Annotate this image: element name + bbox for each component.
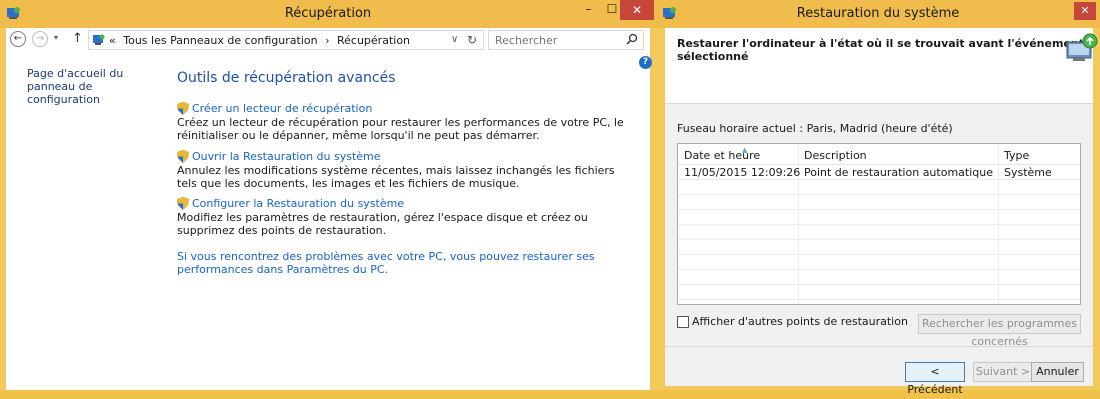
dialog-header: Restaurer l'ordinateur à l'état où il se… [665, 28, 1098, 104]
link-label[interactable]: Créer un lecteur de récupération [192, 102, 372, 115]
list-item: Configurer la Restauration du système Mo… [177, 197, 627, 237]
close-button[interactable]: ✕ [1074, 2, 1096, 20]
table-header: Date et heure ▲ Description Type [678, 144, 1080, 165]
breadcrumb-item-all-control-panel[interactable]: Tous les Panneaux de configuration [123, 34, 317, 47]
search-input[interactable] [495, 33, 623, 47]
empty-row [678, 180, 1080, 195]
cell-type: Système [1004, 166, 1052, 179]
search-box[interactable] [488, 30, 644, 50]
link-label[interactable]: Ouvrir la Restauration du système [192, 150, 381, 163]
table-row[interactable]: 11/05/2015 12:09:26 Point de restauratio… [678, 165, 1080, 180]
dialog-body: Fuseau horaire actuel : Paris, Madrid (h… [665, 104, 1093, 396]
column-header-date[interactable]: Date et heure ▲ [684, 146, 760, 162]
empty-row [678, 270, 1080, 285]
breadcrumb-overflow[interactable]: « [109, 34, 116, 47]
forward-button[interactable]: → [32, 31, 48, 47]
scan-affected-programs-button[interactable]: Rechercher les programmes concernés [918, 314, 1081, 348]
breadcrumb: « Tous les Panneaux de configuration › R… [109, 34, 414, 47]
column-header-description[interactable]: Description [804, 149, 867, 162]
configure-system-restore-link[interactable]: Configurer la Restauration du système [177, 197, 627, 210]
control-panel-icon [93, 34, 105, 45]
empty-row [678, 255, 1080, 270]
open-system-restore-link[interactable]: Ouvrir la Restauration du système [177, 150, 627, 163]
cell-date: 11/05/2015 12:09:26 [684, 166, 801, 179]
divider [665, 346, 1093, 347]
recent-locations-dropdown[interactable]: ▾ [54, 33, 58, 42]
search-icon[interactable] [626, 33, 638, 45]
up-button[interactable]: ↑ [72, 31, 83, 46]
item-description: Créez un lecteur de récupération pour re… [177, 116, 624, 142]
content-pane: ? Page d'accueil du panneau de configura… [6, 52, 652, 390]
next-button[interactable]: Suivant > [973, 362, 1033, 382]
previous-button[interactable]: < Précédent [905, 362, 965, 396]
timezone-label: Fuseau horaire actuel : Paris, Madrid (h… [677, 122, 953, 135]
recovery-window: Récupération – ☐ ✕ ← → ▾ ↑ « Tous les Pa… [0, 0, 656, 390]
help-icon[interactable]: ? [639, 56, 652, 69]
column-header-type[interactable]: Type [1004, 149, 1029, 162]
pc-settings-link[interactable]: Si vous rencontrez des problèmes avec vo… [177, 250, 632, 276]
uac-shield-icon [177, 102, 189, 115]
item-description: Modifiez les paramètres de restauration,… [177, 211, 588, 237]
window-title: Restauration du système [796, 6, 960, 21]
control-panel-home-link[interactable]: Page d'accueil du panneau de configurati… [27, 67, 157, 106]
cell-description: Point de restauration automatique [804, 166, 993, 179]
minimize-button[interactable]: – [576, 2, 601, 22]
uac-shield-icon [177, 197, 189, 210]
navigation-bar: ← → ▾ ↑ « Tous les Panneaux de configura… [6, 28, 650, 52]
list-item: Ouvrir la Restauration du système Annule… [177, 150, 627, 190]
sort-ascending-icon: ▲ [742, 146, 748, 154]
title-bar[interactable]: Restauration du système ✕ [656, 0, 1100, 28]
breadcrumb-separator[interactable]: › [325, 34, 329, 47]
uac-shield-icon [177, 150, 189, 163]
refresh-button[interactable]: ↻ [467, 33, 477, 47]
link-label[interactable]: Configurer la Restauration du système [192, 197, 404, 210]
address-dropdown[interactable]: ∨ [451, 34, 458, 45]
title-bar[interactable]: Récupération – ☐ ✕ [0, 0, 656, 28]
window-title: Récupération [284, 6, 372, 21]
back-button[interactable]: ← [10, 31, 26, 47]
empty-row [678, 195, 1080, 210]
breadcrumb-item-recovery[interactable]: Récupération [337, 34, 410, 47]
create-recovery-drive-link[interactable]: Créer un lecteur de récupération [177, 102, 627, 115]
empty-row [678, 210, 1080, 225]
address-bar[interactable]: « Tous les Panneaux de configuration › R… [88, 30, 484, 50]
checkbox-label[interactable]: Afficher d'autres points de restauration [692, 315, 908, 328]
close-button[interactable]: ✕ [620, 0, 654, 20]
list-item: Créer un lecteur de récupération Créez u… [177, 102, 627, 142]
page-title: Outils de récupération avancés [177, 70, 396, 86]
checkbox[interactable] [677, 315, 689, 328]
cancel-button[interactable]: Annuler [1031, 362, 1084, 382]
column-header-label[interactable]: Date et heure [684, 149, 760, 162]
empty-row [678, 285, 1080, 300]
empty-row [678, 240, 1080, 255]
system-restore-dialog: Restauration du système ✕ Restaurer l'or… [656, 0, 1100, 396]
empty-row [678, 225, 1080, 240]
show-more-points-checkbox[interactable]: Afficher d'autres points de restauration [677, 315, 908, 328]
dialog-heading: Restaurer l'ordinateur à l'état où il se… [677, 37, 1084, 63]
restore-points-table[interactable]: Date et heure ▲ Description Type 11/05/2… [677, 143, 1081, 305]
system-restore-icon [1066, 33, 1098, 61]
item-description: Annulez les modifications système récent… [177, 164, 615, 190]
